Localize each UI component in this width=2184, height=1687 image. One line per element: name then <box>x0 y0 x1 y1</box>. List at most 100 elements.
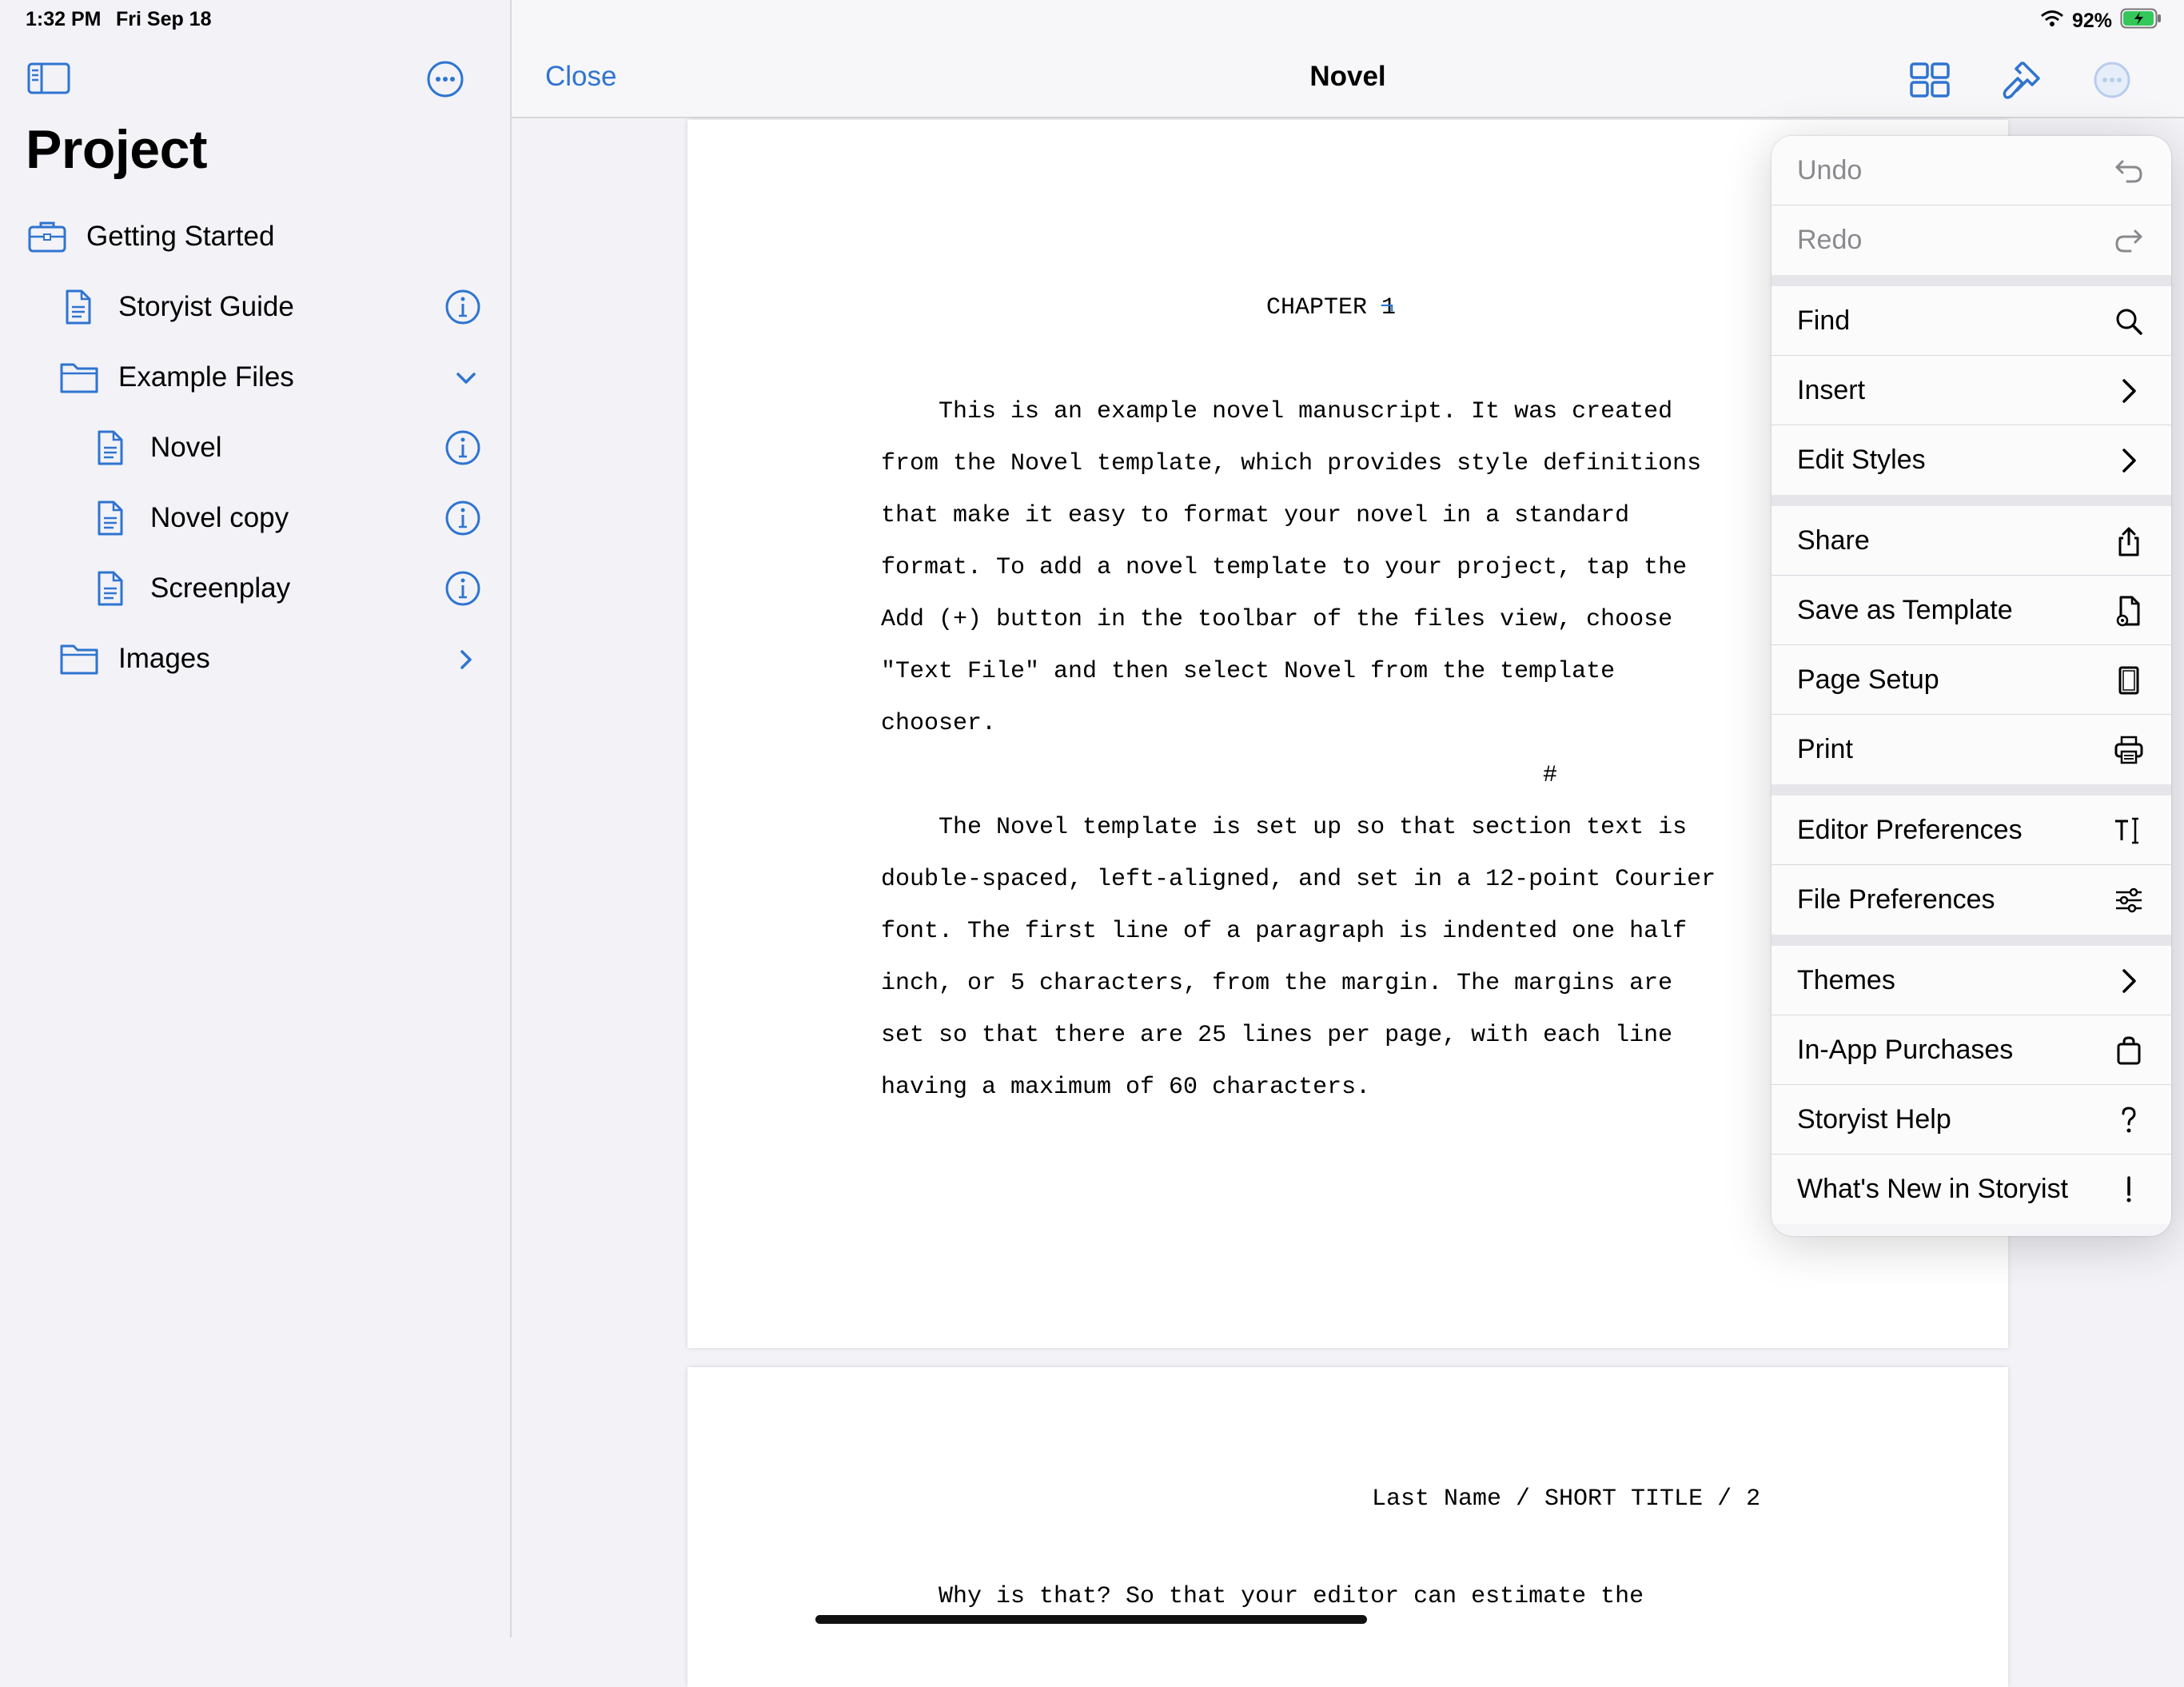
chevron-right-icon[interactable] <box>452 646 480 673</box>
navigation-bar: 92% Close Novel <box>512 0 2184 118</box>
sidebar-item-label: Getting Started <box>86 221 275 252</box>
menu-item-undo[interactable]: Undo <box>1772 136 2171 205</box>
document-icon <box>91 430 131 465</box>
sidebar-item-example-files[interactable]: Example Files <box>0 345 512 409</box>
menu-item-whats-new[interactable]: What's New in Storyist <box>1772 1155 2171 1224</box>
text-line: chooser. <box>881 710 997 737</box>
status-date: Fri Sep 18 <box>116 8 212 30</box>
scene-break: # <box>1543 762 1558 789</box>
info-icon[interactable] <box>444 500 481 536</box>
menu-item-insert[interactable]: Insert <box>1772 356 2171 425</box>
menu-item-redo[interactable]: Redo <box>1772 205 2171 275</box>
text-cursor-icon <box>2110 812 2147 849</box>
menu-item-label: Themes <box>1797 965 1895 995</box>
project-title: Project <box>26 119 208 180</box>
menu-item-find[interactable]: Find <box>1772 286 2171 356</box>
text-line: that make it easy to format your novel i… <box>881 502 1630 529</box>
menu-item-label: Edit Styles <box>1797 445 1926 475</box>
status-indicators: 92% <box>2040 8 2162 34</box>
menu-item-editor-preferences[interactable]: Editor Preferences <box>1772 796 2171 865</box>
menu-item-print[interactable]: Print <box>1772 715 2171 784</box>
menu-item-save-as-template[interactable]: Save as Template <box>1772 576 2171 645</box>
search-icon <box>2110 303 2147 340</box>
sidebar-item-storyist-guide[interactable]: Storyist Guide <box>0 275 512 339</box>
page-setup-icon <box>2110 662 2147 699</box>
battery-icon <box>2120 8 2162 34</box>
sidebar-item-label: Novel copy <box>150 502 289 533</box>
menu-item-file-preferences[interactable]: File Preferences <box>1772 865 2171 935</box>
sidebar-item-novel[interactable]: Novel <box>0 416 512 480</box>
menu-item-label: Editor Preferences <box>1797 815 2023 845</box>
chevron-down-icon[interactable] <box>452 365 480 392</box>
sidebar-item-label: Images <box>118 643 210 674</box>
manuscript-page[interactable]: Last Name / SHORT TITLE / 2 Why is that?… <box>687 1367 2008 1687</box>
text-line: This is an example novel manuscript. It … <box>881 398 1673 425</box>
text-line: double-spaced, left-aligned, and set in … <box>881 866 1716 893</box>
menu-separator <box>1772 495 2171 506</box>
paragraph-mark: ¬ <box>1380 294 1395 321</box>
template-icon <box>2110 592 2147 629</box>
menu-separator <box>1772 935 2171 946</box>
sidebar-item-getting-started[interactable]: Getting Started <box>0 205 512 269</box>
menu-item-label: Insert <box>1797 375 1866 405</box>
undo-icon <box>2110 153 2147 189</box>
info-icon[interactable] <box>444 429 481 466</box>
menu-item-label: In-App Purchases <box>1797 1035 2014 1065</box>
redo-icon <box>2110 222 2147 259</box>
shopping-bag-icon <box>2110 1032 2147 1069</box>
menu-item-label: What's New in Storyist <box>1797 1174 2069 1204</box>
info-icon[interactable] <box>444 570 481 607</box>
text-line: having a maximum of 60 characters. <box>881 1074 1371 1101</box>
menu-item-label: Redo <box>1797 225 1863 255</box>
menu-item-themes[interactable]: Themes <box>1772 946 2171 1015</box>
chevron-right-icon <box>2110 373 2147 409</box>
sidebar-item-images[interactable]: Images <box>0 627 512 691</box>
sidebar-item-label: Example Files <box>118 361 294 393</box>
exclamation-icon <box>2110 1171 2147 1208</box>
text-line: The Novel template is set up so that sec… <box>881 814 1688 841</box>
chevron-right-icon <box>2110 442 2147 479</box>
home-indicator[interactable] <box>815 1615 1367 1624</box>
sidebar-toggle-icon[interactable] <box>27 62 70 94</box>
folder-icon <box>59 360 99 395</box>
page-header: Last Name / SHORT TITLE / 2 <box>1372 1486 1761 1513</box>
briefcase-icon <box>27 219 67 254</box>
grid-view-icon[interactable] <box>1907 58 1952 102</box>
paintbrush-icon[interactable] <box>1999 58 2043 102</box>
folder-icon <box>59 641 99 676</box>
sidebar-item-label: Screenplay <box>150 572 291 604</box>
menu-item-edit-styles[interactable]: Edit Styles <box>1772 425 2171 495</box>
chevron-right-icon <box>2110 963 2147 999</box>
more-options-menu: Undo Redo Find Insert Edit Styles Share … <box>1772 136 2171 1236</box>
question-icon <box>2110 1102 2147 1139</box>
document-icon <box>91 571 131 606</box>
wifi-icon <box>2040 10 2064 33</box>
text-line: "Text File" and then select Novel from t… <box>881 658 1616 685</box>
text-line: font. The first line of a paragraph is i… <box>881 918 1688 945</box>
more-options-icon[interactable] <box>2090 58 2134 102</box>
sidebar-item-label: Storyist Guide <box>118 291 294 322</box>
menu-item-label: Share <box>1797 525 1870 556</box>
menu-separator <box>1772 275 2171 286</box>
text-line: Add (+) button in the toolbar of the fil… <box>881 606 1673 633</box>
menu-item-label: Print <box>1797 734 1853 764</box>
menu-item-storyist-help[interactable]: Storyist Help <box>1772 1085 2171 1155</box>
battery-percent: 92% <box>2071 10 2112 32</box>
menu-item-label: File Preferences <box>1797 884 1995 915</box>
text-line: Why is that? So that your editor can est… <box>881 1583 1644 1610</box>
text-line: format. To add a novel template to your … <box>881 554 1688 581</box>
menu-item-label: Find <box>1797 305 1851 336</box>
share-icon <box>2110 523 2147 560</box>
menu-item-share[interactable]: Share <box>1772 506 2171 576</box>
more-options-icon[interactable] <box>425 59 465 99</box>
menu-item-page-setup[interactable]: Page Setup <box>1772 645 2171 715</box>
sidebar-item-screenplay[interactable]: Screenplay <box>0 556 512 620</box>
sidebar-item-novel-copy[interactable]: Novel copy <box>0 486 512 550</box>
text-line: set so that there are 25 lines per page,… <box>881 1022 1673 1049</box>
info-icon[interactable] <box>444 289 481 325</box>
menu-item-label: Undo <box>1797 155 1863 185</box>
menu-item-in-app-purchases[interactable]: In-App Purchases <box>1772 1015 2171 1085</box>
menu-item-label: Storyist Help <box>1797 1104 1951 1135</box>
sidebar-item-label: Novel <box>150 432 222 463</box>
text-line: from the Novel template, which provides … <box>881 450 1702 477</box>
